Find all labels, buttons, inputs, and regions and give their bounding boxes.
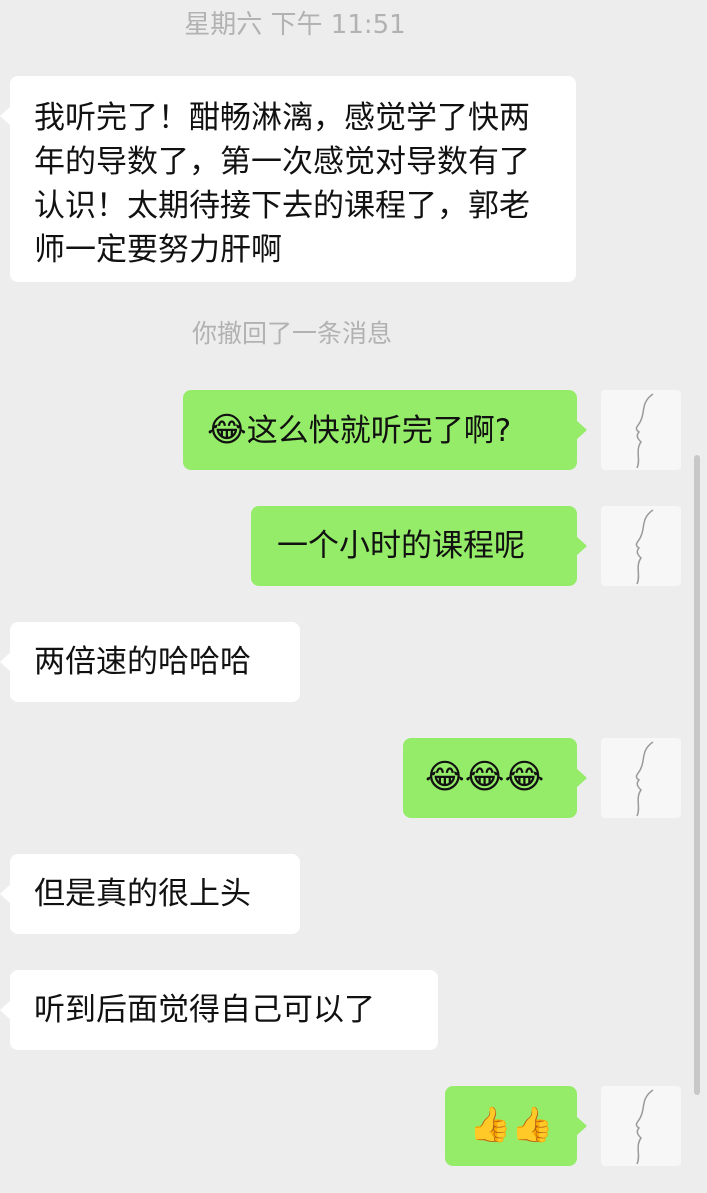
tears-of-joy-emoji: 😂 xyxy=(207,410,247,450)
thumbs-up-emoji: 👍👍 xyxy=(469,1105,554,1145)
message-text: 一个小时的课程呢 xyxy=(277,528,525,564)
scrollbar[interactable] xyxy=(694,455,700,1095)
avatar[interactable] xyxy=(601,1086,681,1166)
incoming-message[interactable]: 听到后面觉得自己可以了 xyxy=(0,970,438,1050)
avatar[interactable] xyxy=(601,390,681,470)
recall-notice: 你撤回了一条消息 xyxy=(191,319,392,348)
avatar-face-icon xyxy=(635,1089,654,1165)
message-text: 听到后面觉得自己可以了 xyxy=(34,992,375,1028)
message-text: 我听完了！酣畅淋漓，感觉学了快两年的导数了，第一次感觉对导数有了认识！太期待接下… xyxy=(34,100,530,268)
avatar[interactable] xyxy=(601,506,681,586)
outgoing-message[interactable]: 一个小时的课程呢 xyxy=(251,506,587,586)
outgoing-message[interactable]: 👍👍 xyxy=(445,1086,587,1166)
chat-timestamp: 星期六 下午 11:51 xyxy=(184,10,406,40)
avatar-face-icon xyxy=(635,509,654,585)
outgoing-message[interactable]: 😂😂😂 xyxy=(403,738,587,818)
message-text: 两倍速的哈哈哈 xyxy=(34,644,251,680)
outgoing-message[interactable]: 😂这么快就听完了啊? xyxy=(183,390,587,470)
incoming-message[interactable]: 两倍速的哈哈哈 xyxy=(0,622,300,702)
message-text: 但是真的很上头 xyxy=(34,876,251,912)
avatar-face-icon xyxy=(635,741,654,817)
incoming-message[interactable]: 但是真的很上头 xyxy=(0,854,300,934)
avatar[interactable] xyxy=(601,738,681,818)
incoming-message[interactable]: 我听完了！酣畅淋漓，感觉学了快两年的导数了，第一次感觉对导数有了认识！太期待接下… xyxy=(0,76,576,282)
message-text: 这么快就听完了啊? xyxy=(246,413,512,449)
tears-of-joy-emoji: 😂😂😂 xyxy=(425,757,545,797)
avatar-face-icon xyxy=(635,393,654,469)
